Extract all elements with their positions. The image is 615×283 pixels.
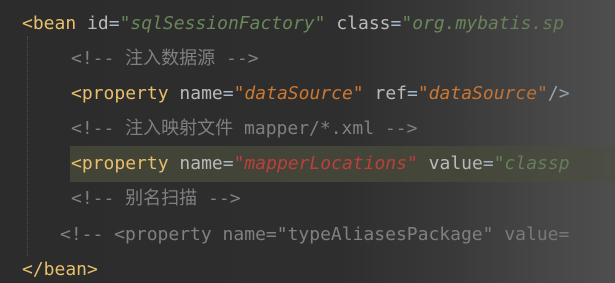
equals-sign: = (390, 13, 402, 34)
code-line-comment[interactable]: <!-- 注入数据源 --> (71, 41, 615, 77)
tag-bracket: < (71, 153, 82, 174)
attribute-name: ref (374, 83, 407, 104)
tag-name: property (81, 83, 169, 104)
attribute-name: id (87, 13, 109, 34)
code-line-comment[interactable]: <!-- 别名扫描 --> (71, 181, 615, 217)
equals-sign: = (407, 83, 418, 104)
equals-sign: = (222, 153, 234, 174)
code-line-bean-open[interactable]: <bean id="sqlSessionFactory" class="org.… (22, 6, 615, 42)
tag-name: bean (32, 13, 77, 34)
attribute-value: "dataSource" (417, 83, 548, 104)
code-line-bean-close[interactable]: </bean> (22, 252, 615, 283)
attribute-name: name (179, 153, 223, 174)
attribute-name: value (428, 153, 483, 174)
attribute-value: "sqlSessionFactory" (119, 13, 326, 34)
comment-text: <!-- 注入映射文件 mapper/*.xml --> (71, 118, 418, 139)
tag-name: </bean> (22, 259, 98, 280)
tag-bracket: < (71, 83, 82, 104)
attribute-value: "dataSource" (233, 83, 364, 104)
attribute-name: class (336, 13, 391, 34)
tag-name: property (81, 153, 169, 174)
equals-sign: = (222, 83, 234, 104)
comment-text: <!-- 别名扫描 --> (71, 188, 241, 209)
code-editor[interactable]: <bean id="sqlSessionFactory" class="org.… (0, 0, 615, 283)
equals-sign: = (108, 13, 120, 34)
attribute-value: "org.mybatis.sp (401, 13, 564, 34)
tag-self-close: /> (547, 83, 570, 104)
code-line-property-datasource[interactable]: <property name="dataSource" ref="dataSou… (71, 76, 615, 112)
code-line-comment[interactable]: <!-- 注入映射文件 mapper/*.xml --> (71, 111, 615, 147)
code-line-property-mapperlocations[interactable]: <property name="mapperLocations" value="… (70, 146, 615, 182)
attribute-value-error: "mapperLocations" (233, 153, 418, 174)
comment-text: <!-- 注入数据源 --> (71, 48, 259, 69)
comment-text: <!-- <property name="typeAliasesPackage"… (60, 224, 570, 245)
equals-sign: = (482, 153, 494, 174)
code-line-commented-property[interactable]: <!-- <property name="typeAliasesPackage"… (60, 217, 615, 253)
attribute-name: name (179, 83, 223, 104)
attribute-value: "classp (493, 153, 570, 174)
indent-guide (27, 36, 28, 256)
tag-bracket: < (22, 13, 33, 34)
